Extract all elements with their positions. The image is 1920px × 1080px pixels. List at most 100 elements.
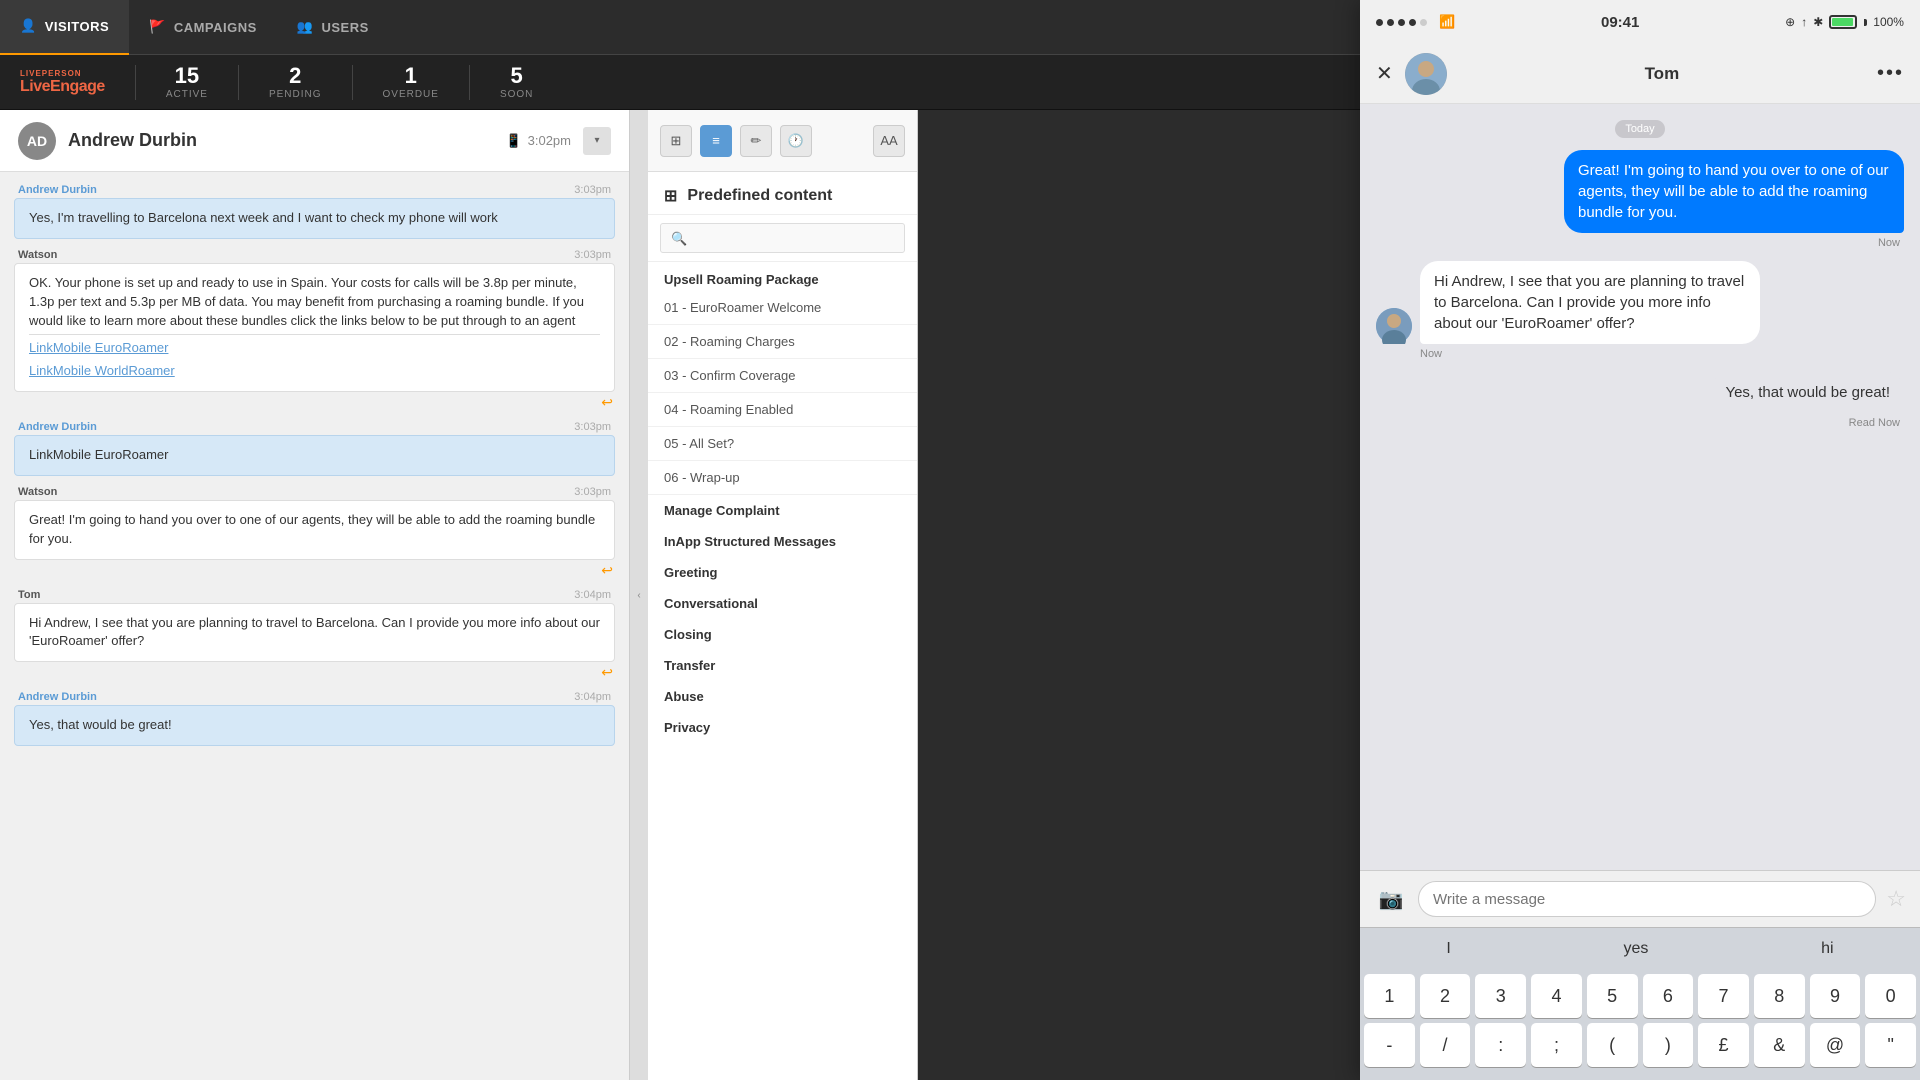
mobile-status-bar: 📶 09:41 ⊕ ↑ ✱ 100% — [1360, 0, 1920, 44]
key-0[interactable]: 0 — [1865, 974, 1916, 1018]
content-item-02[interactable]: 02 - Roaming Charges — [648, 325, 917, 359]
section-manage-complaint[interactable]: Manage Complaint — [648, 495, 917, 526]
bluetooth-icon: ✱ — [1813, 15, 1823, 29]
key-5[interactable]: 5 — [1587, 974, 1638, 1018]
message-2: Watson 3:03pm OK. Your phone is set up a… — [14, 249, 615, 411]
avatar: AD — [18, 122, 56, 160]
key-7[interactable]: 7 — [1698, 974, 1749, 1018]
link-euroroamer[interactable]: LinkMobile EuroRoamer — [29, 339, 600, 358]
content-list: Upsell Roaming Package 01 - EuroRoamer W… — [648, 262, 917, 1080]
section-greeting[interactable]: Greeting — [648, 557, 917, 588]
tab-visitors[interactable]: 👤 VISITORS — [0, 0, 129, 55]
key-slash[interactable]: / — [1420, 1023, 1471, 1067]
key-closeparen[interactable]: ) — [1643, 1023, 1694, 1067]
key-1[interactable]: 1 — [1364, 974, 1415, 1018]
keyboard-symbol-row: - / : ; ( ) £ & @ " — [1364, 1023, 1916, 1067]
location-icon: ⊕ — [1785, 15, 1795, 29]
message-input[interactable] — [1418, 881, 1876, 917]
content-item-01[interactable]: 01 - EuroRoamer Welcome — [648, 291, 917, 325]
predefined-tool-button[interactable]: ≡ — [700, 125, 732, 157]
chat-messages: Andrew Durbin 3:03pm Yes, I'm travelling… — [0, 172, 629, 1080]
key-at[interactable]: @ — [1810, 1023, 1861, 1067]
mobile-message-reply-1: Yes, that would be great! Read Now — [1376, 372, 1904, 429]
chat-panel: AD Andrew Durbin 📱 3:02pm ▾ Andrew Durbi… — [0, 110, 630, 1080]
phone-icon: 📱 — [505, 133, 521, 149]
sender-avatar-tom — [1376, 308, 1412, 344]
tab-campaigns[interactable]: 🚩 CAMPAIGNS — [129, 0, 277, 55]
signal-dot-5 — [1420, 19, 1427, 26]
content-item-04[interactable]: 04 - Roaming Enabled — [648, 393, 917, 427]
signal-dot-2 — [1387, 19, 1394, 26]
key-openparen[interactable]: ( — [1587, 1023, 1638, 1067]
mobile-message-received-1: Hi Andrew, I see that you are planning t… — [1376, 261, 1904, 360]
visitors-icon: 👤 — [20, 18, 37, 34]
middle-toolbar: ⊞ ≡ ✏ 🕐 AA — [648, 110, 917, 172]
toggle-handle[interactable]: ‹ — [630, 110, 648, 1080]
message-3: Andrew Durbin 3:03pm LinkMobile EuroRoam… — [14, 421, 615, 476]
signal-dot-1 — [1376, 19, 1383, 26]
section-privacy[interactable]: Privacy — [648, 712, 917, 743]
key-colon[interactable]: : — [1475, 1023, 1526, 1067]
keyboard-number-row: 1 2 3 4 5 6 7 8 9 0 — [1364, 974, 1916, 1018]
chat-dropdown-button[interactable]: ▾ — [583, 127, 611, 155]
key-4[interactable]: 4 — [1531, 974, 1582, 1018]
link-worldroamer[interactable]: LinkMobile WorldRoamer — [29, 362, 600, 381]
mobile-chat: Today Great! I'm going to hand you over … — [1360, 104, 1920, 870]
font-tool-button[interactable]: AA — [873, 125, 905, 157]
section-closing[interactable]: Closing — [648, 619, 917, 650]
content-item-06[interactable]: 06 - Wrap-up — [648, 461, 917, 495]
edit-tool-button[interactable]: ✏ — [740, 125, 772, 157]
message-4: Watson 3:03pm Great! I'm going to hand y… — [14, 486, 615, 579]
tab-users[interactable]: 👥 USERS — [277, 0, 389, 55]
key-3[interactable]: 3 — [1475, 974, 1526, 1018]
message-5: Tom 3:04pm Hi Andrew, I see that you are… — [14, 589, 615, 682]
key-dash[interactable]: - — [1364, 1023, 1415, 1067]
date-label: Today — [1615, 120, 1664, 138]
arrow-up-icon: ↑ — [1801, 15, 1807, 29]
key-2[interactable]: 2 — [1420, 974, 1471, 1018]
signal-dot-3 — [1398, 19, 1405, 26]
key-semicolon[interactable]: ; — [1531, 1023, 1582, 1067]
key-9[interactable]: 9 — [1810, 974, 1861, 1018]
stat-overdue: 1 OVERDUE — [352, 65, 469, 100]
arrow-icon-2: ↩ — [601, 562, 613, 579]
mobile-contact-avatar — [1405, 53, 1447, 95]
chat-time: 📱 3:02pm — [505, 133, 571, 149]
content-item-05[interactable]: 05 - All Set? — [648, 427, 917, 461]
battery-tip — [1864, 19, 1867, 26]
quick-reply-bar: I yes hi — [1360, 927, 1920, 970]
camera-button[interactable]: 📷 — [1374, 882, 1408, 916]
arrow-icon-3: ↩ — [601, 664, 613, 681]
section-abuse[interactable]: Abuse — [648, 681, 917, 712]
favorite-button[interactable]: ☆ — [1886, 886, 1906, 912]
signal-dot-4 — [1409, 19, 1416, 26]
search-box — [648, 215, 917, 262]
key-6[interactable]: 6 — [1643, 974, 1694, 1018]
message-6: Andrew Durbin 3:04pm Yes, that would be … — [14, 691, 615, 746]
mobile-more-button[interactable]: ••• — [1877, 62, 1904, 85]
contact-avatar-image — [1405, 53, 1447, 95]
key-quote[interactable]: " — [1865, 1023, 1916, 1067]
key-pound[interactable]: £ — [1698, 1023, 1749, 1067]
content-item-03[interactable]: 03 - Confirm Coverage — [648, 359, 917, 393]
battery-indicator — [1829, 15, 1857, 29]
key-amp[interactable]: & — [1754, 1023, 1805, 1067]
section-conversational[interactable]: Conversational — [648, 588, 917, 619]
wifi-icon: 📶 — [1439, 14, 1455, 30]
predefined-search-input[interactable] — [660, 223, 905, 253]
logo: LIVEPERSON LiveEngage — [20, 69, 105, 96]
stat-active: 15 ACTIVE — [135, 65, 238, 100]
mobile-close-button[interactable]: ✕ — [1376, 61, 1393, 86]
section-inapp[interactable]: InApp Structured Messages — [648, 526, 917, 557]
quickreply-yes[interactable]: yes — [1612, 936, 1661, 962]
mobile-header: ✕ Tom ••• — [1360, 44, 1920, 104]
arrow-icon: ↩ — [601, 394, 613, 411]
mobile-message-sent-1: Great! I'm going to hand you over to one… — [1376, 150, 1904, 249]
quickreply-hi[interactable]: hi — [1809, 936, 1845, 962]
clock-tool-button[interactable]: 🕐 — [780, 125, 812, 157]
key-8[interactable]: 8 — [1754, 974, 1805, 1018]
grid-tool-button[interactable]: ⊞ — [660, 125, 692, 157]
campaigns-icon: 🚩 — [149, 19, 166, 35]
quickreply-i[interactable]: I — [1434, 936, 1462, 962]
section-transfer[interactable]: Transfer — [648, 650, 917, 681]
